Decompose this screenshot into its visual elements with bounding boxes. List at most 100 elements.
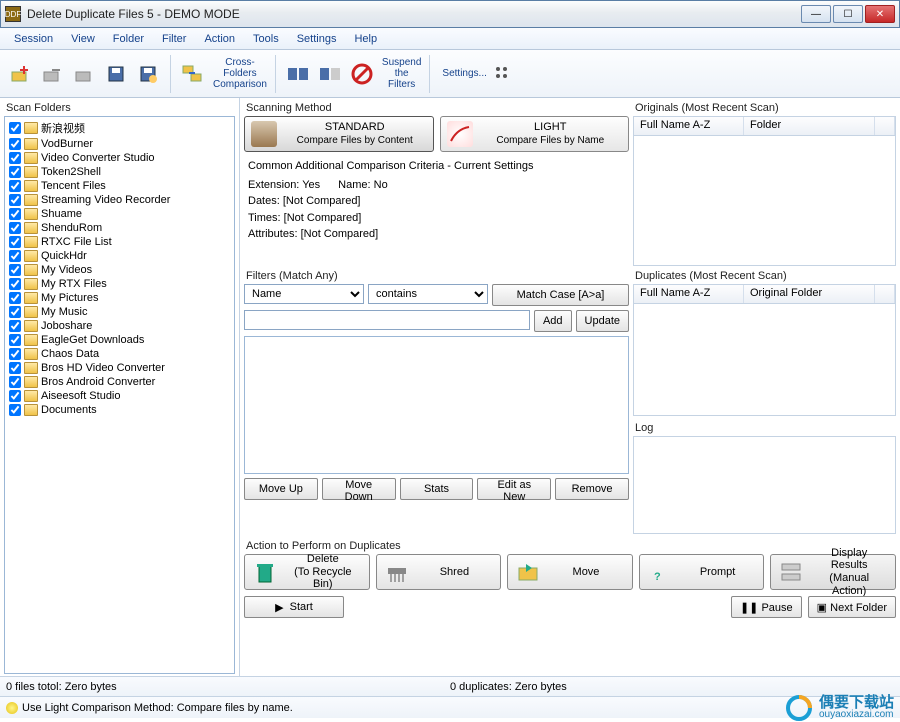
folder-item[interactable]: My Music xyxy=(7,305,232,319)
duplicates-grid[interactable] xyxy=(633,304,896,416)
folder-checkbox[interactable] xyxy=(9,180,21,192)
menu-filter[interactable]: Filter xyxy=(154,31,194,47)
folder-icon xyxy=(24,208,38,220)
folder-checkbox[interactable] xyxy=(9,250,21,262)
log-body[interactable] xyxy=(633,436,896,534)
action-delete-button[interactable]: Delete(To Recycle Bin) xyxy=(244,554,370,590)
folder-checkbox[interactable] xyxy=(9,334,21,346)
match-case-button[interactable]: Match Case [A>a] xyxy=(492,284,629,306)
compare-button-1[interactable] xyxy=(284,60,312,88)
folder-item[interactable]: Streaming Video Recorder xyxy=(7,193,232,207)
folder-item[interactable]: My Pictures xyxy=(7,291,232,305)
filter-editasnew-button[interactable]: Edit as New xyxy=(477,478,551,500)
folder-item[interactable]: ShenduRom xyxy=(7,221,232,235)
duplicates-header[interactable]: Full Name A-Z Original Folder xyxy=(633,284,896,304)
remove-folder-button[interactable] xyxy=(38,60,66,88)
folder-checkbox[interactable] xyxy=(9,264,21,276)
folder-checkbox[interactable] xyxy=(9,152,21,164)
filter-update-button[interactable]: Update xyxy=(576,310,629,332)
filter-value-input[interactable] xyxy=(244,310,530,330)
folder-item[interactable]: EagleGet Downloads xyxy=(7,333,232,347)
add-folder-button[interactable] xyxy=(6,60,34,88)
folder-checkbox[interactable] xyxy=(9,404,21,416)
settings-group[interactable]: Settings... xyxy=(438,60,516,88)
folder-item[interactable]: Shuame xyxy=(7,207,232,221)
menu-action[interactable]: Action xyxy=(196,31,243,47)
menu-help[interactable]: Help xyxy=(346,31,385,47)
filter-stats-button[interactable]: Stats xyxy=(400,478,474,500)
action-move-button[interactable]: Move xyxy=(507,554,633,590)
folder-item[interactable]: RTXC File List xyxy=(7,235,232,249)
folder-item[interactable]: Documents xyxy=(7,403,232,417)
folder-checkbox[interactable] xyxy=(9,376,21,388)
folder-item[interactable]: Joboshare xyxy=(7,319,232,333)
folder-checkbox[interactable] xyxy=(9,208,21,220)
filter-list[interactable] xyxy=(244,336,629,474)
light-method-button[interactable]: LIGHTCompare Files by Name xyxy=(440,116,630,152)
save-session-button[interactable] xyxy=(102,60,130,88)
folder-checkbox[interactable] xyxy=(9,194,21,206)
close-button[interactable]: ✕ xyxy=(865,5,895,23)
folder-item[interactable]: QuickHdr xyxy=(7,249,232,263)
folder-checkbox[interactable] xyxy=(9,320,21,332)
suspend-filters-group[interactable]: Suspend the Filters xyxy=(348,57,421,90)
actions-title: Action to Perform on Duplicates xyxy=(244,538,896,554)
folder-item[interactable]: 新浪视频 xyxy=(7,119,232,137)
action-shred-button[interactable]: Shred xyxy=(376,554,502,590)
folder-button[interactable] xyxy=(70,60,98,88)
menu-view[interactable]: View xyxy=(63,31,103,47)
originals-header[interactable]: Full Name A-Z Folder xyxy=(633,116,896,136)
action-prompt-button[interactable]: ? Prompt xyxy=(639,554,765,590)
next-folder-button[interactable]: ▣ Next Folder xyxy=(808,596,896,618)
duplicates-col-fullname[interactable]: Full Name A-Z xyxy=(634,285,744,303)
minimize-button[interactable]: — xyxy=(801,5,831,23)
menu-settings[interactable]: Settings xyxy=(289,31,345,47)
start-button[interactable]: ▶Start xyxy=(244,596,344,618)
folder-item[interactable]: Bros Android Converter xyxy=(7,375,232,389)
status-duplicates: 0 duplicates: Zero bytes xyxy=(450,681,894,693)
maximize-button[interactable]: ☐ xyxy=(833,5,863,23)
menu-tools[interactable]: Tools xyxy=(245,31,287,47)
folder-item[interactable]: My Videos xyxy=(7,263,232,277)
originals-col-fullname[interactable]: Full Name A-Z xyxy=(634,117,744,135)
folder-item[interactable]: Token2Shell xyxy=(7,165,232,179)
originals-col-folder[interactable]: Folder xyxy=(744,117,875,135)
folder-checkbox[interactable] xyxy=(9,222,21,234)
folder-label: Tencent Files xyxy=(41,180,106,192)
folder-checkbox[interactable] xyxy=(9,138,21,150)
scan-folders-list[interactable]: 新浪视频VodBurnerVideo Converter StudioToken… xyxy=(4,116,235,674)
filter-add-button[interactable]: Add xyxy=(534,310,572,332)
filter-remove-button[interactable]: Remove xyxy=(555,478,629,500)
cross-folders-group[interactable]: Cross- Folders Comparison xyxy=(179,57,267,90)
folder-icon xyxy=(24,348,38,360)
filter-field-select[interactable]: Name xyxy=(244,284,364,304)
pause-button[interactable]: ❚❚ Pause xyxy=(731,596,802,618)
folder-item[interactable]: My RTX Files xyxy=(7,277,232,291)
folder-item[interactable]: VodBurner xyxy=(7,137,232,151)
folder-checkbox[interactable] xyxy=(9,278,21,290)
filter-op-select[interactable]: contains xyxy=(368,284,488,304)
folder-item[interactable]: Chaos Data xyxy=(7,347,232,361)
folder-item[interactable]: Aiseesoft Studio xyxy=(7,389,232,403)
folder-checkbox[interactable] xyxy=(9,390,21,402)
folder-item[interactable]: Bros HD Video Converter xyxy=(7,361,232,375)
standard-method-button[interactable]: STANDARDCompare Files by Content xyxy=(244,116,434,152)
filter-movedown-button[interactable]: Move Down xyxy=(322,478,396,500)
folder-item[interactable]: Video Converter Studio xyxy=(7,151,232,165)
folder-checkbox[interactable] xyxy=(9,362,21,374)
duplicates-col-folder[interactable]: Original Folder xyxy=(744,285,875,303)
save-as-button[interactable] xyxy=(134,60,162,88)
folder-checkbox[interactable] xyxy=(9,122,21,134)
folder-checkbox[interactable] xyxy=(9,348,21,360)
folder-checkbox[interactable] xyxy=(9,236,21,248)
folder-checkbox[interactable] xyxy=(9,292,21,304)
menu-session[interactable]: Session xyxy=(6,31,61,47)
folder-item[interactable]: Tencent Files xyxy=(7,179,232,193)
compare-button-2[interactable] xyxy=(316,60,344,88)
originals-grid[interactable] xyxy=(633,136,896,266)
filter-moveup-button[interactable]: Move Up xyxy=(244,478,318,500)
action-display-results-button[interactable]: Display Results(Manual Action) xyxy=(770,554,896,590)
menu-folder[interactable]: Folder xyxy=(105,31,152,47)
folder-checkbox[interactable] xyxy=(9,166,21,178)
folder-checkbox[interactable] xyxy=(9,306,21,318)
